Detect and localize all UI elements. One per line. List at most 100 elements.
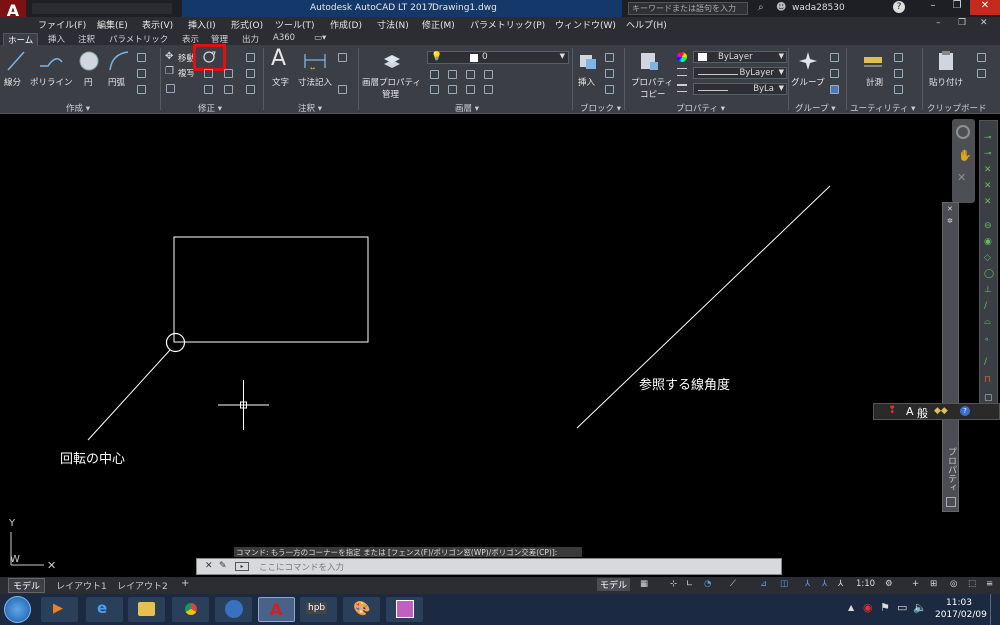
autocad-taskbar-icon[interactable]: A	[258, 597, 295, 622]
menu-edit[interactable]: 編集(E)	[97, 18, 128, 31]
search-input[interactable]: キーワードまたは語句を入力	[628, 2, 748, 15]
model-space-button[interactable]: モデル	[597, 578, 631, 591]
show-desktop-button[interactable]	[990, 594, 1000, 625]
utility-icon[interactable]	[894, 53, 903, 62]
osnap-icon[interactable]: ✕	[984, 181, 992, 191]
ime-kana[interactable]: 般	[917, 405, 928, 421]
layer-tool-icon[interactable]	[448, 85, 457, 94]
annotation-panel-label[interactable]: 注釈 ▾	[298, 102, 322, 114]
osnap-icon[interactable]: ⊖	[984, 221, 992, 231]
menu-help[interactable]: ヘルプ(H)	[626, 18, 667, 31]
tab-home[interactable]: ホーム	[3, 33, 39, 46]
group-edit-icon[interactable]	[830, 69, 839, 78]
copy-icon[interactable]: ❐	[165, 66, 174, 77]
osnap-icon[interactable]: ◯	[984, 269, 994, 279]
polar-icon[interactable]: ◔	[704, 579, 711, 589]
text-icon[interactable]: A	[271, 46, 286, 71]
line-label[interactable]: 線分	[4, 76, 21, 88]
username[interactable]: wada28530	[792, 3, 845, 13]
mirror-icon[interactable]	[204, 69, 213, 78]
layout-tab-1[interactable]: レイアウト1	[56, 579, 107, 592]
explorer-icon[interactable]	[128, 597, 165, 622]
circle-icon[interactable]	[78, 50, 100, 72]
ime-help-icon[interactable]: ?	[960, 406, 970, 416]
paint-icon[interactable]: 🎨	[343, 597, 380, 622]
binoculars-icon[interactable]: ⌕	[758, 2, 764, 13]
help-icon[interactable]: ?	[893, 1, 905, 13]
polyline-icon[interactable]	[38, 50, 64, 72]
menu-restore-icon[interactable]: ❐	[958, 18, 966, 28]
scale-icon[interactable]	[224, 85, 233, 94]
annotation-scale-icon[interactable]: ⅄	[805, 579, 810, 589]
linetype-dropdown[interactable]: ByLayer ▼	[693, 67, 787, 79]
palette-close-icon[interactable]: ✕	[947, 205, 953, 213]
clipboard-panel-label[interactable]: クリップボード	[927, 102, 987, 114]
layer-tool-icon[interactable]	[484, 85, 493, 94]
erase-icon[interactable]	[246, 69, 255, 78]
copy-clip-icon[interactable]	[977, 69, 986, 78]
palette-options-icon[interactable]: ✲	[947, 217, 953, 225]
menu-parametric[interactable]: パラメトリック(P)	[470, 18, 545, 31]
osnap-settings-icon[interactable]: ⊓	[984, 375, 991, 385]
menu-view[interactable]: 表示(V)	[142, 18, 173, 31]
dimension-label[interactable]: 寸法記入	[298, 76, 332, 88]
layer-dropdown[interactable]: 💡 0 ▼	[427, 51, 569, 64]
units-icon[interactable]: ⊞	[930, 579, 937, 589]
acrobat-tray-icon[interactable]: ◉	[863, 601, 873, 614]
workspace-gear-icon[interactable]: ⚙	[885, 579, 893, 589]
utility-icon[interactable]	[894, 85, 903, 94]
fillet-icon[interactable]	[224, 69, 233, 78]
attribute-icon[interactable]	[605, 85, 614, 94]
fullscreen-icon[interactable]: ⬚	[968, 579, 976, 589]
layer-tool-icon[interactable]	[466, 70, 475, 79]
media-player-icon[interactable]: ▶	[41, 597, 78, 622]
osnap-icon[interactable]: ▢	[984, 393, 993, 403]
quick-access-toolbar[interactable]	[32, 3, 172, 14]
right-toolbar[interactable]: ⊸ ⊸ ✕ ✕ ✕ ⊖ ◉ ◇ ◯ ⊥ ∕ ⌓ ∘ ∕ ⊓ ▢	[979, 120, 998, 410]
menu-close-icon[interactable]: ✕	[980, 18, 988, 28]
stretch-icon[interactable]	[166, 84, 175, 93]
paste-icon[interactable]	[935, 50, 957, 72]
pan-icon[interactable]: ✋	[958, 149, 972, 162]
osnap-icon[interactable]: ∕	[984, 301, 987, 311]
menu-insert[interactable]: 挿入(I)	[188, 18, 216, 31]
thunderbird-icon[interactable]	[215, 597, 252, 622]
grid-icon[interactable]: ▦	[640, 579, 648, 589]
menu-tools[interactable]: ツール(T)	[275, 18, 315, 31]
layout-tab-model[interactable]: モデル	[8, 578, 46, 593]
layers-panel-label[interactable]: 画層 ▾	[455, 102, 479, 114]
properties-panel-label[interactable]: プロパティ ▾	[676, 102, 725, 114]
tab-output[interactable]: 出力	[242, 33, 259, 45]
annotation-visibility-icon[interactable]: ⅄	[822, 579, 827, 589]
drawing-area[interactable]: ✕	[0, 114, 1000, 577]
menu-dimension[interactable]: 寸法(N)	[377, 18, 409, 31]
menu-draw[interactable]: 作成(D)	[330, 18, 362, 31]
lineweight-status-icon[interactable]: ⊿	[760, 579, 767, 589]
command-input[interactable]: ここにコマンドを入力	[259, 561, 344, 573]
osnap-icon[interactable]: ⊥	[984, 285, 992, 295]
osnap-icon[interactable]: ⊸	[984, 133, 992, 143]
layer-tool-icon[interactable]	[430, 85, 439, 94]
circle-label[interactable]: 円	[84, 76, 93, 88]
chrome-icon[interactable]	[172, 597, 209, 622]
match-properties-copy-label[interactable]: コピー	[640, 88, 666, 100]
tab-insert[interactable]: 挿入	[48, 33, 65, 45]
create-block-icon[interactable]	[605, 53, 614, 62]
rectangle-icon[interactable]	[137, 53, 146, 62]
layer-manage-label[interactable]: 管理	[382, 88, 399, 100]
array-icon[interactable]	[204, 85, 213, 94]
ime-icon[interactable]: ❢	[888, 405, 896, 416]
utility-icon[interactable]	[894, 69, 903, 78]
text-label[interactable]: 文字	[272, 76, 289, 88]
block-panel-label[interactable]: ブロック ▾	[580, 102, 621, 114]
user-icon[interactable]: ☻	[776, 2, 786, 13]
explode-icon[interactable]	[246, 85, 255, 94]
menu-file[interactable]: ファイル(F)	[38, 18, 86, 31]
match-properties-label[interactable]: プロパティ	[631, 76, 673, 88]
layer-tool-icon[interactable]	[430, 70, 439, 79]
ime-language-bar[interactable]: ❢ A 般 ◆◆ ?	[873, 403, 1000, 420]
isolate-icon[interactable]: ◎	[950, 579, 957, 589]
ime-tool-icon[interactable]: ◆◆	[934, 406, 948, 416]
close-icon[interactable]: ✕	[970, 0, 1000, 15]
tab-parametric[interactable]: パラメトリック	[109, 33, 168, 45]
